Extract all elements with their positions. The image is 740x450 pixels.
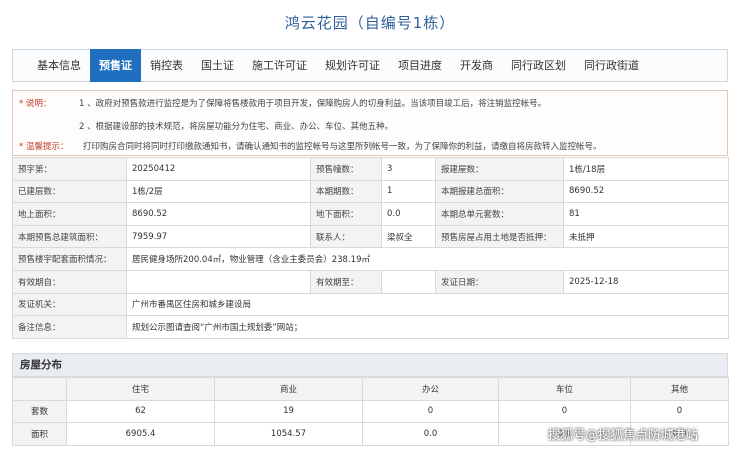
tab-basic-info[interactable]: 基本信息 (13, 49, 90, 82)
presale-floors-label: 预售幢数： (310, 157, 382, 181)
tab-developer[interactable]: 开发商 (451, 49, 502, 82)
distribution-heading: 房屋分布 (12, 353, 728, 377)
col-header-residential: 住宅 (66, 377, 215, 401)
table-row: 本期预售总建筑面积： 7959.97 联系人： 梁叔全 预售房屋占用土地是否抵押… (12, 224, 729, 249)
below-area-value: 0.0 (381, 202, 436, 226)
table-row: 有效期自： 有效期至： 发证日期： 2025-12-18 (12, 269, 729, 294)
table-row: 已建层数： 1栋/2层 本期期数： 1 本期报建总面积： 8690.52 (12, 179, 729, 204)
tab-same-district[interactable]: 同行政区划 (502, 49, 575, 82)
remark-value: 规划公示图请查阅“广州市国土规划委”网站； (126, 315, 729, 339)
period-units-value: 81 (563, 202, 729, 226)
tab-planning-permit[interactable]: 规划许可证 (316, 49, 389, 82)
tip-label: * 温馨提示： (19, 142, 69, 152)
above-area-label: 地上面积： (12, 202, 127, 226)
col-header-parking: 车位 (498, 377, 631, 401)
presale-info-grid: 预字第： 20250412 预售幢数： 3 报建屋数： 1栋/18层 已建层数：… (12, 157, 729, 339)
facility-label: 预售楼宇配套面积情况： (12, 247, 127, 271)
table-cell: 19 (214, 399, 363, 424)
remark-label: 备注信息： (12, 315, 127, 339)
valid-from-value (126, 269, 311, 294)
explain-label: * 说明： (19, 99, 52, 109)
table-cell: 1054.57 (214, 422, 363, 446)
row-label-area: 面积 (12, 422, 67, 446)
contact-value: 梁叔全 (381, 224, 436, 249)
period-total-area-label: 本期报建总面积： (435, 179, 564, 204)
notice-item-2: 2 、根据建设部的技术规范，将房屋功能分为住宅、商业、办公、车位、其他五种。 (79, 122, 394, 132)
table-row: 套数 62 19 0 0 0 (12, 399, 729, 424)
valid-from-label: 有效期自： (12, 269, 127, 294)
period-units-label: 本期总单元套数： (435, 202, 564, 226)
report-floors-label: 报建屋数： (435, 157, 564, 181)
built-floors-label: 已建层数： (12, 179, 127, 204)
presale-build-area-label: 本期预售总建筑面积： (12, 224, 127, 249)
facility-value: 居民健身场所200.04㎡，物业管理（含业主委员会）238.19㎡ (126, 247, 729, 271)
valid-to-value (381, 269, 436, 294)
col-header-blank (12, 377, 67, 401)
contact-label: 联系人： (310, 224, 382, 249)
table-row: 备注信息： 规划公示图请查阅“广州市国土规划委”网站； (12, 315, 729, 339)
row-label-units: 套数 (12, 399, 67, 424)
col-header-other: 其他 (630, 377, 729, 401)
issuer-label: 发证机关： (12, 292, 127, 317)
period-count-value: 1 (381, 179, 436, 204)
issue-date-label: 发证日期： (435, 269, 564, 294)
above-area-value: 8690.52 (126, 202, 311, 226)
tab-sales-control[interactable]: 销控表 (141, 49, 192, 82)
presale-no-label: 预字第： (12, 157, 127, 181)
presale-floors-value: 3 (381, 157, 436, 181)
tab-land-certificate[interactable]: 国土证 (192, 49, 243, 82)
built-floors-value: 1栋/2层 (126, 179, 311, 204)
tab-bar: 基本信息 预售证 销控表 国土证 施工许可证 规划许可证 项目进度 开发商 同行… (12, 49, 728, 82)
table-cell: 0 (498, 399, 631, 424)
period-total-area-value: 8690.52 (563, 179, 729, 204)
tab-project-progress[interactable]: 项目进度 (389, 49, 451, 82)
presale-no-value: 20250412 (126, 157, 311, 181)
mortgage-value: 未抵押 (563, 224, 729, 249)
mortgage-label: 预售房屋占用土地是否抵押： (435, 224, 564, 249)
table-cell: 0 (630, 399, 729, 424)
table-row: 地上面积： 8690.52 地下面积： 0.0 本期总单元套数： 81 (12, 202, 729, 226)
below-area-label: 地下面积： (310, 202, 382, 226)
tab-presale-permit[interactable]: 预售证 (90, 49, 141, 82)
table-header-row: 住宅 商业 办公 车位 其他 (12, 377, 729, 401)
table-cell: 0.0 (362, 422, 499, 446)
watermark: 搜狐号@搜狐焦点防城港站 (548, 427, 699, 442)
issue-date-value: 2025-12-18 (563, 269, 729, 294)
table-row: 预字第： 20250412 预售幢数： 3 报建屋数： 1栋/18层 (12, 157, 729, 181)
tab-construction-permit[interactable]: 施工许可证 (243, 49, 316, 82)
table-row: 预售楼宇配套面积情况： 居民健身场所200.04㎡，物业管理（含业主委员会）23… (12, 247, 729, 271)
issuer-value: 广州市番禺区住房和城乡建设局 (126, 292, 729, 317)
col-header-office: 办公 (362, 377, 499, 401)
tab-same-street[interactable]: 同行政街道 (575, 49, 648, 82)
valid-to-label: 有效期至： (310, 269, 382, 294)
report-floors-value: 1栋/18层 (563, 157, 729, 181)
page-title: 鸿云花园（自编号1栋） (284, 14, 456, 32)
period-count-label: 本期期数： (310, 179, 382, 204)
table-cell: 62 (66, 399, 215, 424)
presale-build-area-value: 7959.97 (126, 224, 311, 249)
notice-tip: 打印购房合同时将同时打印缴款通知书，请确认通知书的监控帐号与这里所列帐号一致，为… (83, 142, 602, 152)
notice-box: * 说明： 1 、政府对预售款进行监控是为了保障将售楼款用于项目开发，保障购房人… (12, 90, 728, 156)
col-header-commercial: 商业 (214, 377, 363, 401)
table-cell: 6905.4 (66, 422, 215, 446)
table-row: 发证机关： 广州市番禺区住房和城乡建设局 (12, 292, 729, 317)
notice-item-1: 1 、政府对预售款进行监控是为了保障将售楼款用于项目开发，保障购房人的切身利益。… (79, 99, 547, 109)
table-cell: 0 (362, 399, 499, 424)
